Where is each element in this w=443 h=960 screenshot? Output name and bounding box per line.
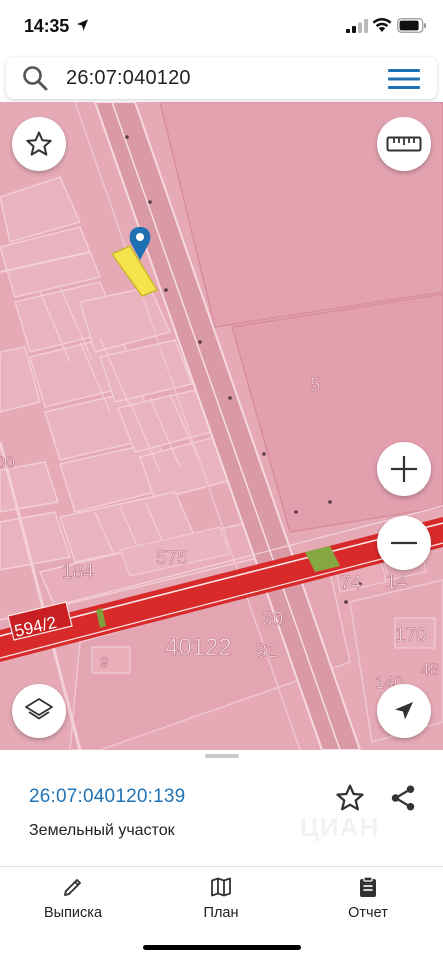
layers-icon [25, 698, 53, 720]
hamburger-menu-icon[interactable] [387, 67, 421, 91]
search-icon[interactable] [22, 65, 48, 91]
parcel-type-label: Земельный участок [29, 822, 175, 839]
map-label: 14 [386, 572, 408, 593]
map-label: 40122 [165, 634, 232, 661]
pencil-icon [64, 879, 81, 896]
ruler-button[interactable] [377, 117, 431, 171]
map-canvas[interactable]: 5 00 184 575 30 74 14 170 82 140 48 9 40… [0, 102, 443, 750]
layers-button[interactable] [12, 684, 66, 738]
search-bar[interactable]: 26:07:040120 [6, 57, 437, 99]
parcel-info-sheet[interactable]: 26:07:040120:139 Земельный участок ЦИАН [0, 750, 443, 866]
map-label: 48 [420, 660, 439, 679]
map-label: 82 [256, 641, 277, 662]
location-arrow-icon [76, 19, 89, 31]
zoom-out-button[interactable] [377, 516, 431, 570]
zoom-in-button[interactable] [377, 442, 431, 496]
tab-label: Выписка [43, 905, 103, 921]
wifi-icon [372, 17, 392, 32]
map-icon [211, 877, 231, 897]
plus-icon [391, 456, 417, 482]
map-label: 5 [310, 375, 321, 396]
map-label: 00 [0, 453, 15, 472]
map-label: 30 [262, 609, 283, 630]
clipboard-icon [360, 876, 376, 897]
tab-vypiska[interactable]: Выписка [18, 875, 128, 921]
status-time: 14:35 [24, 16, 70, 36]
search-input[interactable]: 26:07:040120 [66, 67, 191, 90]
map-label: 9 [100, 654, 108, 671]
star-icon [26, 131, 52, 156]
parcel-cadastral-number[interactable]: 26:07:040120:139 [29, 786, 185, 808]
map-label: 170 [395, 625, 427, 646]
map-label: 74 [340, 573, 362, 594]
tab-label: План [203, 905, 239, 921]
status-bar: 14:35 [0, 0, 443, 54]
map-label: 575 [156, 548, 188, 569]
minus-icon [391, 541, 417, 545]
tab-label: Отчет [348, 905, 388, 921]
sheet-drag-handle[interactable] [205, 754, 239, 758]
cadastral-map[interactable]: 5 00 184 575 30 74 14 170 82 140 48 9 40… [0, 102, 443, 750]
tab-otchet[interactable]: Отчет [313, 875, 423, 921]
battery-icon [397, 18, 426, 33]
bottom-tab-bar: Выписка План Отчет [0, 866, 443, 960]
watermark: ЦИАН [300, 812, 380, 842]
my-location-button[interactable] [377, 684, 431, 738]
map-label: 184 [62, 562, 94, 583]
share-icon[interactable] [388, 783, 418, 813]
cellular-signal-icon [346, 19, 368, 33]
navigation-arrow-icon [395, 702, 413, 720]
tab-plan[interactable]: План [166, 875, 276, 921]
ruler-icon [386, 136, 422, 152]
favorite-map-button[interactable] [12, 117, 66, 171]
star-icon[interactable] [334, 782, 366, 814]
home-indicator[interactable] [143, 945, 301, 950]
